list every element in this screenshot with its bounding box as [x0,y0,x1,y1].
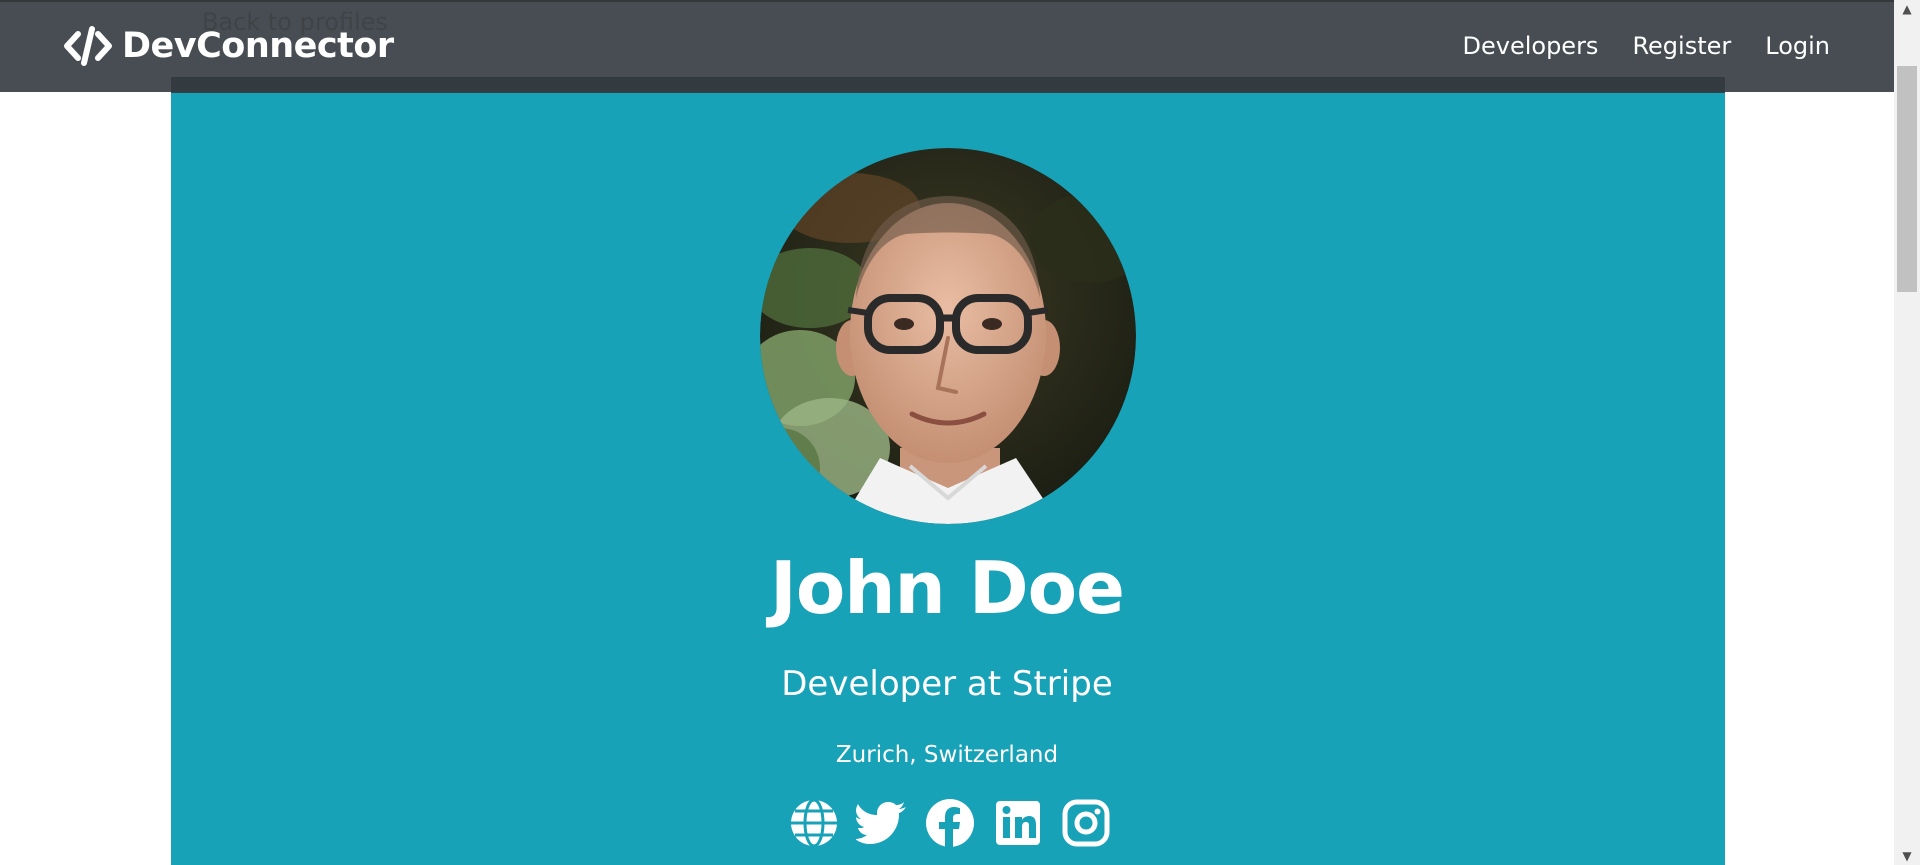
profile-page: Back to profiles DevConnector Developers… [0,0,1920,865]
twitter-icon[interactable] [855,797,908,849]
globe-icon[interactable] [788,797,840,849]
profile-location: Zurich, Switzerland [835,742,1059,768]
nav-link-register[interactable]: Register [1632,32,1731,60]
profile-name: John Doe [770,546,1125,630]
avatar [760,148,1136,524]
linkedin-icon[interactable] [992,797,1044,849]
vertical-scrollbar[interactable]: ▲ ▼ [1894,0,1920,865]
code-icon [64,26,112,66]
scroll-thumb[interactable] [1897,66,1917,292]
avatar-photo [760,148,1136,524]
nav-links: Developers Register Login [1463,32,1831,60]
nav-link-login[interactable]: Login [1765,32,1830,60]
instagram-icon[interactable] [1060,797,1112,849]
social-links [788,797,1112,849]
nav-link-developers[interactable]: Developers [1463,32,1599,60]
back-to-profiles-button[interactable]: Back to profiles [202,8,388,36]
scroll-down-arrow-icon[interactable]: ▼ [1894,847,1920,865]
scroll-up-arrow-icon[interactable]: ▲ [1894,0,1920,18]
facebook-icon[interactable] [924,797,976,849]
profile-title: Developer at Stripe [781,664,1113,704]
